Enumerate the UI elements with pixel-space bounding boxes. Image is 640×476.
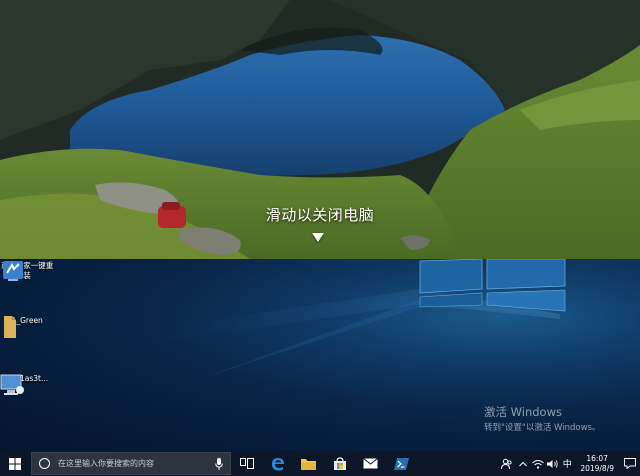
task-view-button[interactable] — [231, 451, 262, 476]
powershell-icon — [394, 457, 409, 470]
clock-time: 16:07 — [586, 453, 608, 463]
computer-icon — [0, 374, 24, 395]
task-view-icon — [239, 458, 254, 469]
clock-date: 2019/8/9 — [580, 463, 614, 473]
edge-icon — [271, 457, 284, 470]
people-button[interactable] — [498, 451, 516, 476]
down-triangle-icon — [312, 233, 324, 242]
taskbar-search-box[interactable] — [31, 452, 231, 475]
show-hidden-icons-button[interactable] — [516, 451, 530, 476]
search-input[interactable] — [58, 459, 212, 468]
windows-start-icon — [9, 457, 21, 470]
file-explorer-button[interactable] — [293, 451, 324, 476]
desktop: 系统之家一键重装 PA_Green ins-o1as3t... 激活 Windo… — [0, 259, 640, 451]
microphone-icon[interactable] — [212, 457, 226, 470]
slide-to-shutdown-panel[interactable]: 滑动以关闭电脑 — [0, 0, 640, 259]
mail-button[interactable] — [355, 451, 386, 476]
desktop-icon-computer[interactable]: ins-o1as3t... — [0, 372, 52, 395]
activate-windows-watermark: 激活 Windows 转到"设置"以激活 Windows。 — [484, 404, 600, 433]
people-icon — [501, 458, 512, 469]
edge-button[interactable] — [262, 451, 293, 476]
network-button[interactable] — [530, 451, 545, 476]
chevron-up-icon — [519, 461, 528, 466]
notification-icon — [624, 458, 636, 469]
desktop-icon-system-reinstall[interactable]: 系统之家一键重装 — [0, 259, 54, 281]
start-button[interactable] — [0, 451, 30, 476]
shutdown-prompt: 滑动以关闭电脑 — [265, 206, 375, 224]
speaker-icon — [546, 459, 558, 468]
mail-icon — [363, 458, 378, 469]
cortana-icon — [39, 458, 50, 469]
folder-icon — [4, 316, 16, 338]
store-button[interactable] — [324, 451, 355, 476]
wifi-icon — [531, 459, 544, 469]
store-icon — [333, 456, 346, 470]
volume-button[interactable] — [545, 451, 560, 476]
file-explorer-icon — [301, 458, 316, 470]
action-center-button[interactable] — [620, 451, 640, 476]
desktop-icon-pa-green[interactable]: PA_Green — [0, 314, 52, 338]
taskbar-clock[interactable]: 16:07 2019/8/9 — [574, 454, 620, 474]
system-tray: 中 16:07 2019/8/9 — [498, 451, 640, 476]
powershell-button[interactable] — [386, 451, 417, 476]
watermark-subtitle: 转到"设置"以激活 Windows。 — [484, 423, 601, 433]
input-method-indicator[interactable]: 中 — [560, 451, 574, 476]
taskbar: 中 16:07 2019/8/9 — [0, 451, 640, 476]
watermark-title: 激活 Windows — [484, 405, 562, 419]
system-reinstall-icon — [3, 261, 23, 281]
